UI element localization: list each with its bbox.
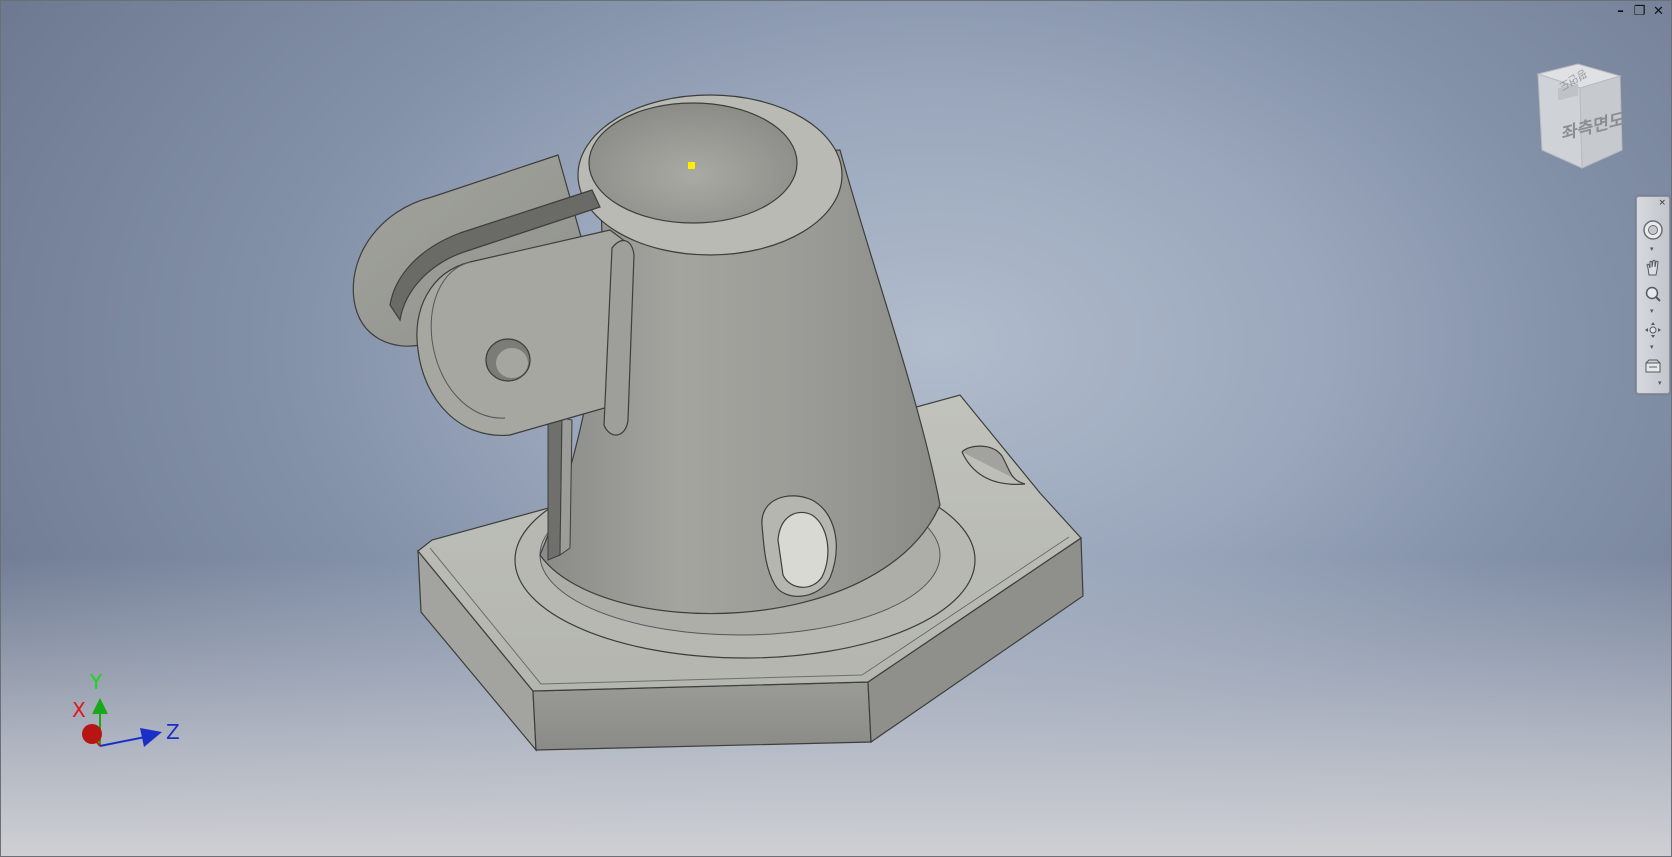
viewcube[interactable]: 좌측면도 평면도 bbox=[1528, 60, 1628, 172]
orbit-dropdown-icon[interactable]: ▾ bbox=[1650, 343, 1654, 351]
minimize-button[interactable]: – bbox=[1613, 4, 1628, 19]
pan-hand-icon[interactable] bbox=[1637, 257, 1669, 279]
steering-wheel-icon[interactable] bbox=[1637, 217, 1669, 243]
y-axis-label: Y bbox=[90, 670, 103, 694]
close-button[interactable]: ✕ bbox=[1651, 4, 1666, 19]
coordinate-triad: Y X Z bbox=[70, 670, 190, 764]
side-hole bbox=[761, 495, 837, 597]
3d-model[interactable] bbox=[0, 0, 1672, 857]
zoom-dropdown-icon[interactable]: ▾ bbox=[1650, 307, 1654, 315]
zoom-icon[interactable] bbox=[1637, 283, 1669, 305]
navbar-close-button[interactable]: × bbox=[1658, 198, 1666, 208]
x-axis-label: X bbox=[72, 698, 86, 722]
z-axis-label: Z bbox=[166, 720, 180, 744]
steering-wheel-dropdown-icon[interactable]: ▾ bbox=[1650, 245, 1654, 253]
top-ring bbox=[577, 94, 843, 256]
navbar-options-icon[interactable]: ▾ bbox=[1658, 379, 1662, 387]
window-controls: – ❐ ✕ bbox=[1613, 4, 1666, 19]
selection-marker bbox=[688, 162, 695, 169]
look-at-icon[interactable] bbox=[1637, 355, 1669, 377]
orbit-icon[interactable] bbox=[1637, 319, 1669, 341]
navigation-bar: × ▾ ▾ ▾ ▾ bbox=[1636, 196, 1670, 394]
triad-icon bbox=[82, 698, 162, 747]
graphics-viewport[interactable]: – ❐ ✕ 좌측면도 평면도 × ▾ ▾ ▾ ▾ Y X Z bbox=[0, 0, 1672, 857]
clamp-ears bbox=[352, 154, 635, 436]
restore-button[interactable]: ❐ bbox=[1632, 4, 1647, 19]
